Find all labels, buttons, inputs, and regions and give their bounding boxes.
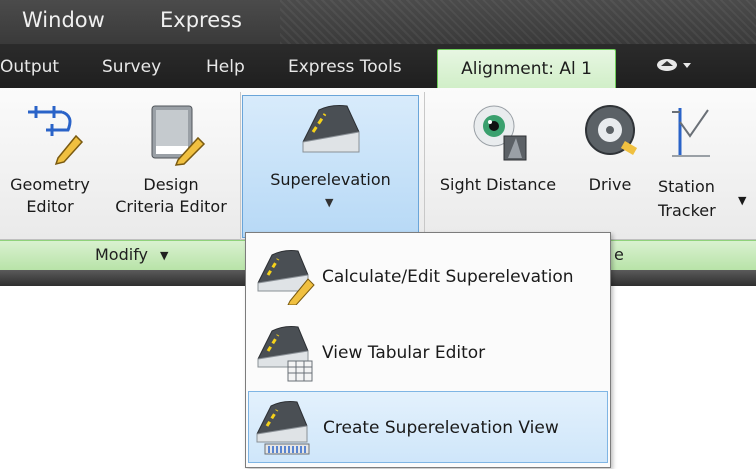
drive-label: Drive (588, 175, 632, 194)
ribbon-minimize-button[interactable] (655, 57, 695, 77)
geometry-editor-label-1: Geometry (10, 175, 90, 194)
analyze-panel-label: e (614, 245, 624, 264)
drive-wheel-icon (585, 105, 638, 155)
sight-distance-eye-icon (473, 105, 527, 161)
tab-output[interactable]: Output (0, 57, 59, 77)
menu-item-create-superelevation-view[interactable]: Create Superelevation View (248, 391, 608, 463)
menu-item-label: View Tabular Editor (322, 343, 486, 363)
menu-window[interactable]: Window (22, 8, 105, 32)
geometry-editor-label-2: Editor (26, 197, 74, 216)
superelevation-label: Superelevation (270, 170, 391, 189)
modify-panel-label[interactable]: Modify (95, 245, 148, 264)
menu-item-label: Calculate/Edit Superelevation (322, 267, 574, 287)
geometry-editor-icon (28, 106, 84, 166)
view-tabular-editor-icon (257, 326, 313, 382)
station-tracker-icon (672, 108, 710, 157)
menubar: Window Express (0, 0, 756, 44)
superelevation-road-icon (302, 105, 360, 153)
superelevation-button[interactable]: Superelevation ▼ (242, 95, 419, 238)
station-tracker-button[interactable]: Station Tracker ▼ (650, 100, 756, 236)
station-tracker-label-1: Station (658, 177, 715, 196)
design-criteria-label-1: Design (143, 175, 199, 194)
geometry-editor-button[interactable]: Geometry Editor (0, 100, 100, 236)
calculate-edit-superelevation-icon (257, 250, 315, 305)
menu-express[interactable]: Express (160, 8, 242, 32)
superelevation-dropdown-arrow-icon: ▼ (325, 196, 334, 209)
sight-distance-label: Sight Distance (439, 175, 557, 194)
create-superelevation-view-icon (256, 401, 310, 455)
ribbon-minimize-icon (657, 59, 691, 71)
menubar-pattern (280, 0, 756, 44)
design-criteria-book-icon (151, 105, 206, 166)
tab-help[interactable]: Help (206, 57, 245, 77)
menu-item-view-tabular-editor[interactable]: View Tabular Editor (248, 317, 608, 389)
tab-survey[interactable]: Survey (102, 57, 161, 77)
station-tracker-dropdown-arrow-icon[interactable]: ▼ (738, 190, 746, 212)
ribbon-tab-row: Output Survey Help Express Tools (0, 44, 756, 88)
design-criteria-label-2: Criteria Editor (115, 197, 227, 216)
modify-panel-expand-icon[interactable]: ▼ (160, 249, 168, 262)
tab-alignment[interactable]: Alignment: Al 1 (437, 49, 616, 91)
station-tracker-label-2: Tracker (658, 201, 716, 220)
tab-express-tools[interactable]: Express Tools (288, 57, 402, 77)
design-criteria-editor-button[interactable]: Design Criteria Editor (104, 100, 238, 236)
menu-item-label: Create Superelevation View (323, 418, 559, 438)
sight-distance-button[interactable]: Sight Distance (428, 100, 568, 200)
superelevation-dropdown-menu: Calculate/Edit Superelevation View Tabul… (245, 232, 611, 468)
menu-item-calculate-edit-superelevation[interactable]: Calculate/Edit Superelevation (248, 241, 608, 313)
drive-button[interactable]: Drive (572, 100, 648, 200)
